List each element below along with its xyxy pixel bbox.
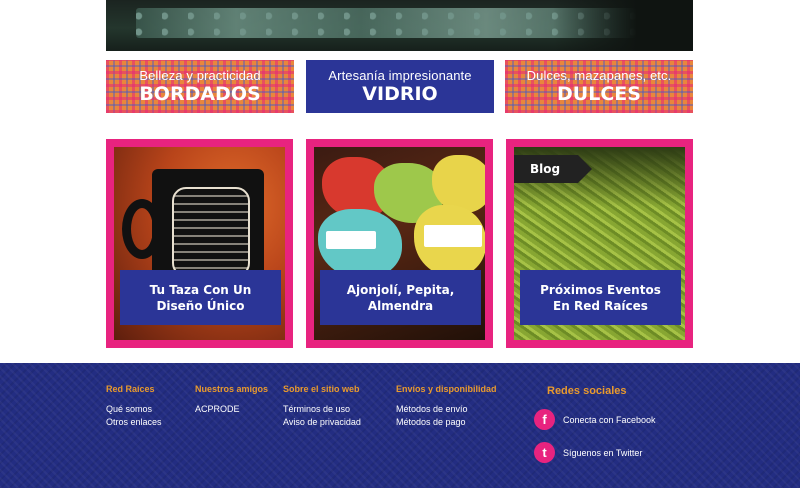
footer-link-metodos-pago[interactable]: Métodos de pago — [396, 416, 497, 429]
footer-column-amigos: Nuestros amigos ACPRODE — [195, 384, 268, 416]
twitter-label: Síguenos en Twitter — [563, 447, 643, 458]
feature-card-candy[interactable]: Ajonjolí, Pepita, Almendra — [306, 139, 493, 348]
card-caption[interactable]: Ajonjolí, Pepita, Almendra — [320, 270, 481, 325]
footer-social: Redes sociales f Conecta con Facebook t … — [534, 385, 656, 475]
category-dulces-banner[interactable]: Dulces, mazapanes, etc. DULCES — [505, 60, 693, 113]
facebook-icon: f — [534, 409, 555, 430]
feature-card-blog[interactable]: Blog Próximos Eventos En Red Raíces — [506, 139, 693, 348]
aztec-design — [172, 187, 250, 277]
footer-heading: Sobre el sitio web — [283, 384, 360, 394]
blog-tag[interactable]: Blog — [514, 155, 593, 183]
card-caption[interactable]: Próximos Eventos En Red Raíces — [520, 270, 681, 325]
footer-link-privacidad[interactable]: Aviso de privacidad — [283, 416, 361, 429]
card-caption-text: Próximos Eventos En Red Raíces — [540, 282, 661, 313]
facebook-link[interactable]: f Conecta con Facebook — [534, 409, 656, 430]
footer-link-otros-enlaces[interactable]: Otros enlaces — [106, 416, 162, 429]
card-caption-text: Tu Taza Con Un Diseño Único — [149, 282, 252, 313]
footer-heading: Red Raíces — [106, 384, 155, 394]
footer-heading: Envíos y disponibilidad — [396, 384, 497, 394]
site-footer: Red Raíces Qué somos Otros enlaces Nuest… — [0, 363, 800, 488]
social-heading: Redes sociales — [547, 385, 627, 397]
category-title: VIDRIO — [362, 83, 438, 105]
card-caption[interactable]: Tu Taza Con Un Diseño Único — [120, 270, 281, 325]
category-bordados-banner[interactable]: Belleza y practicidad BORDADOS — [106, 60, 294, 113]
category-subtitle: Belleza y practicidad — [139, 68, 261, 83]
category-title: BORDADOS — [139, 83, 261, 105]
footer-column-envios: Envíos y disponibilidad Métodos de envío… — [396, 384, 497, 429]
footer-link-metodos-envio[interactable]: Métodos de envío — [396, 403, 497, 416]
footer-link-terminos[interactable]: Términos de uso — [283, 403, 361, 416]
footer-heading: Nuestros amigos — [195, 384, 269, 394]
category-title: DULCES — [557, 83, 641, 105]
footer-link-que-somos[interactable]: Qué somos — [106, 403, 162, 416]
facebook-label: Conecta con Facebook — [563, 414, 656, 425]
card-caption-text: Ajonjolí, Pepita, Almendra — [346, 282, 455, 313]
twitter-link[interactable]: t Síguenos en Twitter — [534, 442, 656, 463]
footer-link-acprode[interactable]: ACPRODE — [195, 403, 268, 416]
feature-card-mug[interactable]: Tu Taza Con Un Diseño Único — [106, 139, 293, 348]
hero-glass-image — [106, 0, 693, 51]
footer-column-red-raices: Red Raíces Qué somos Otros enlaces — [106, 384, 162, 429]
twitter-icon: t — [534, 442, 555, 463]
footer-column-sitio: Sobre el sitio web Términos de uso Aviso… — [283, 384, 361, 429]
category-subtitle: Dulces, mazapanes, etc. — [526, 68, 672, 83]
category-subtitle: Artesanía impresionante — [328, 68, 472, 83]
category-vidrio-banner[interactable]: Artesanía impresionante VIDRIO — [306, 60, 494, 113]
